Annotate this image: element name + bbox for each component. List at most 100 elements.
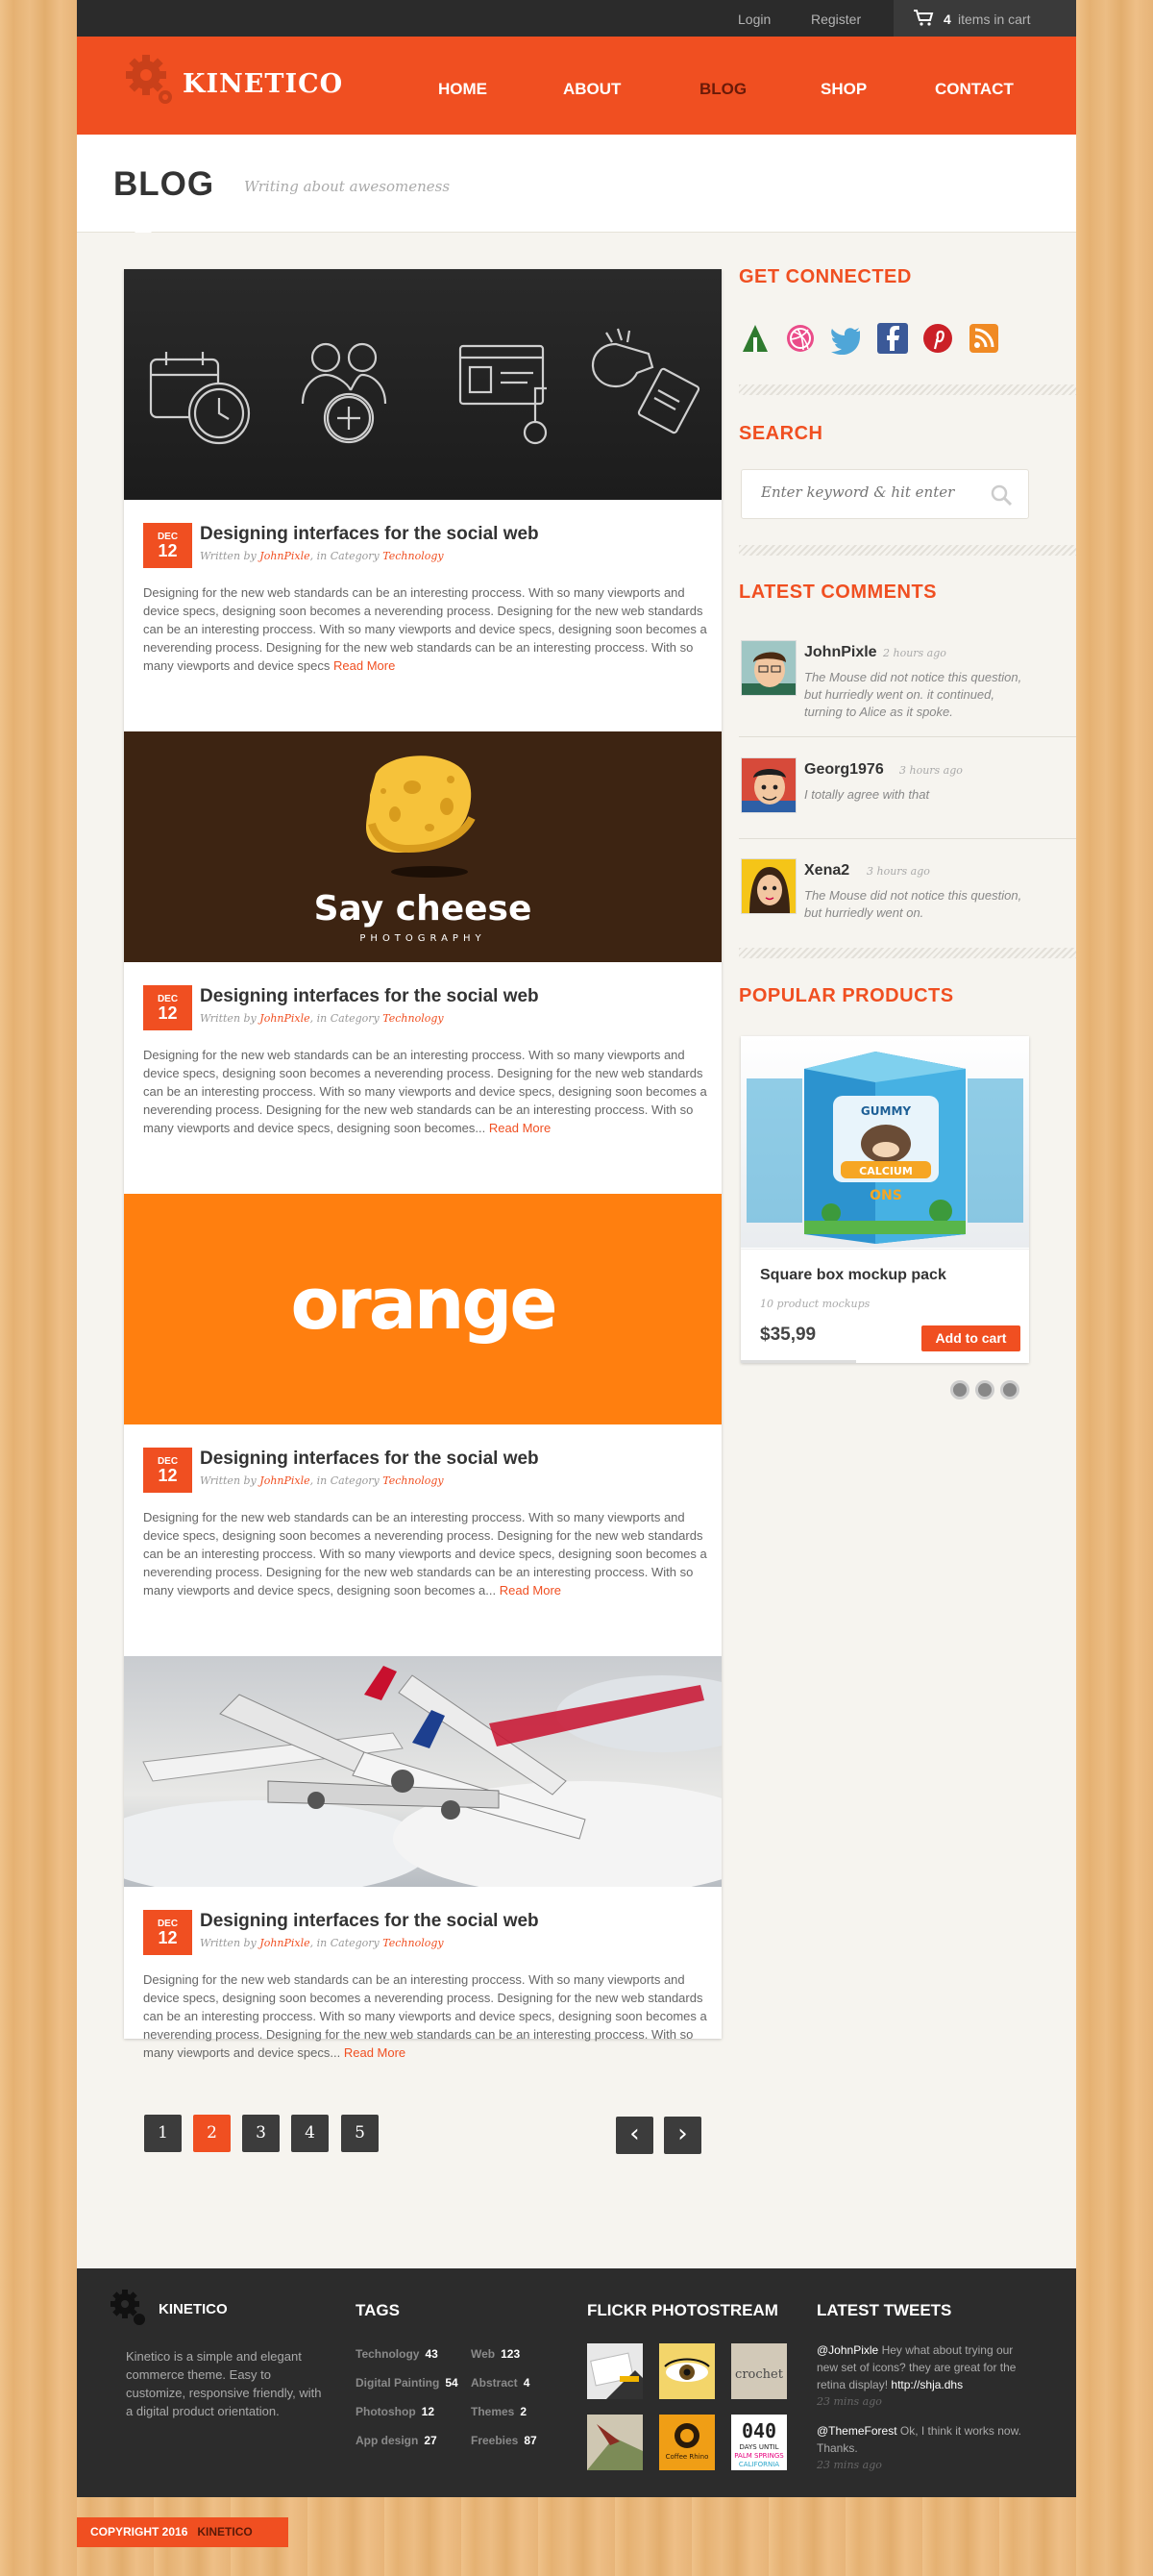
- post-meta: Written by JohnPixle, in Category Techno…: [200, 550, 444, 562]
- post-category-link[interactable]: Technology: [382, 550, 443, 562]
- read-more-link[interactable]: Read More: [344, 2045, 405, 2060]
- read-more-link[interactable]: Read More: [333, 658, 395, 673]
- comment-author[interactable]: Xena2: [804, 862, 849, 879]
- box-brand: GUMMY: [861, 1104, 911, 1118]
- search-input[interactable]: [761, 483, 992, 501]
- register-link[interactable]: Register: [811, 12, 861, 27]
- product-progress: [741, 1360, 856, 1363]
- prev-page-button[interactable]: ‹: [616, 2117, 653, 2154]
- cheese-title: Say cheese: [314, 889, 532, 929]
- tag-link[interactable]: App design 27: [356, 2434, 437, 2447]
- planes-graphic: [124, 1666, 722, 1887]
- post-excerpt: Designing for the new web standards can …: [143, 1048, 707, 1135]
- latest-comments-heading: LATEST COMMENTS: [739, 582, 938, 603]
- tag-link[interactable]: Digital Painting 54: [356, 2376, 458, 2390]
- footer-tags-heading: TAGS: [356, 2301, 400, 2319]
- flickr-thumb[interactable]: [587, 2415, 643, 2470]
- tag-link[interactable]: Abstract 4: [471, 2376, 529, 2390]
- post-author-link[interactable]: JohnPixle: [259, 550, 309, 562]
- search-icon[interactable]: [990, 483, 1013, 507]
- flickr-thumb[interactable]: Coffee Rhino: [659, 2415, 715, 2470]
- flickr-thumb[interactable]: [659, 2343, 715, 2399]
- post-image-orange[interactable]: orange: [124, 1194, 722, 1424]
- cart-button[interactable]: 4 items in cart: [894, 0, 1076, 37]
- twitter-icon[interactable]: [830, 322, 863, 355]
- tag-link[interactable]: Freebies 87: [471, 2434, 537, 2447]
- post-author-link[interactable]: JohnPixle: [259, 1474, 309, 1487]
- post-title[interactable]: Designing interfaces for the social web: [200, 524, 539, 545]
- tweet-link[interactable]: http://shja.dhs: [891, 2378, 963, 2391]
- forrst-icon[interactable]: [739, 322, 772, 355]
- comment-author[interactable]: Georg1976: [804, 761, 884, 779]
- post-image-planes[interactable]: [124, 1656, 722, 1887]
- get-connected-heading: GET CONNECTED: [739, 266, 912, 287]
- post-author-link[interactable]: JohnPixle: [259, 1937, 309, 1949]
- search-box[interactable]: [741, 469, 1029, 519]
- footer-gear-icon: [110, 2290, 145, 2325]
- post-image-icons[interactable]: [124, 269, 722, 500]
- blog-post: DEC 12 Designing interfaces for the socia…: [124, 269, 722, 731]
- tweet-time: 23 mins ago: [817, 2395, 882, 2408]
- post-author-link[interactable]: JohnPixle: [259, 1012, 309, 1025]
- footer-brand[interactable]: KINETICO: [159, 2301, 228, 2317]
- flickr-thumb[interactable]: 040 DAYS UNTIL PALM SPRINGS CALIFORNIA: [731, 2415, 787, 2470]
- search-heading: SEARCH: [739, 423, 823, 444]
- post-title[interactable]: Designing interfaces for the social web: [200, 1911, 539, 1932]
- brand-logo[interactable]: KINETICO: [183, 69, 343, 99]
- nav-home[interactable]: HOME: [438, 80, 487, 99]
- page-4-button[interactable]: 4: [291, 2115, 329, 2152]
- flickr-days-b: PALM SPRINGS: [734, 2452, 784, 2460]
- page-2-button[interactable]: 2: [193, 2115, 231, 2152]
- flickr-thumb[interactable]: [587, 2343, 643, 2399]
- cart-count: 4: [944, 12, 951, 27]
- carousel-dot-1[interactable]: [950, 1380, 969, 1399]
- post-image-say-cheese[interactable]: Say cheese PHOTOGRAPHY: [124, 731, 722, 962]
- blog-post: DEC 12 Designing interfaces for the socia…: [124, 1656, 722, 2118]
- nav-about[interactable]: ABOUT: [563, 80, 621, 99]
- post-title[interactable]: Designing interfaces for the social web: [200, 986, 539, 1007]
- page-3-button[interactable]: 3: [242, 2115, 280, 2152]
- product-image[interactable]: GUMMY CALCIUM ONS: [741, 1036, 1029, 1248]
- tag-link[interactable]: Themes 2: [471, 2405, 527, 2418]
- facebook-icon[interactable]: [876, 322, 909, 355]
- nav-shop[interactable]: SHOP: [821, 80, 867, 99]
- avatar[interactable]: [741, 640, 797, 696]
- flickr-crochet-text: crochet: [735, 2367, 784, 2382]
- page-1-button[interactable]: 1: [144, 2115, 182, 2152]
- carousel-dot-3[interactable]: [1000, 1380, 1019, 1399]
- login-link[interactable]: Login: [738, 12, 771, 27]
- carousel-dot-2[interactable]: [975, 1380, 994, 1399]
- add-to-cart-button[interactable]: Add to cart: [921, 1325, 1020, 1351]
- comment-time: 3 hours ago: [867, 865, 930, 878]
- read-more-link[interactable]: Read More: [489, 1121, 551, 1135]
- rss-icon[interactable]: [968, 322, 1000, 355]
- post-date-badge: DEC 12: [143, 523, 192, 568]
- copyright-brand-link[interactable]: KINETICO: [197, 2525, 252, 2539]
- whistle-icon: [591, 328, 700, 434]
- comment-author[interactable]: JohnPixle: [804, 644, 877, 661]
- product-name[interactable]: Square box mockup pack: [760, 1267, 946, 1284]
- post-category-link[interactable]: Technology: [382, 1937, 443, 1949]
- cheese-sub: PHOTOGRAPHY: [359, 933, 485, 944]
- dribbble-icon[interactable]: [784, 322, 817, 355]
- cart-label: items in cart: [958, 12, 1031, 27]
- tag-link[interactable]: Technology 43: [356, 2347, 438, 2361]
- page-5-button[interactable]: 5: [341, 2115, 379, 2152]
- nav-contact[interactable]: CONTACT: [935, 80, 1014, 99]
- pinterest-icon[interactable]: [921, 322, 954, 355]
- tag-link[interactable]: Web 123: [471, 2347, 520, 2361]
- post-excerpt: Designing for the new web standards can …: [143, 585, 707, 673]
- tag-link[interactable]: Photoshop 12: [356, 2405, 434, 2418]
- tweet-user[interactable]: @JohnPixle: [817, 2343, 878, 2357]
- post-category-link[interactable]: Technology: [382, 1012, 443, 1025]
- nav-blog[interactable]: BLOG: [699, 80, 747, 99]
- post-category-link[interactable]: Technology: [382, 1474, 443, 1487]
- flickr-thumb[interactable]: crochet: [731, 2343, 787, 2399]
- post-title[interactable]: Designing interfaces for the social web: [200, 1449, 539, 1470]
- gear-logo-icon[interactable]: [121, 52, 179, 110]
- avatar[interactable]: [741, 858, 797, 914]
- next-page-button[interactable]: ›: [664, 2117, 701, 2154]
- read-more-link[interactable]: Read More: [500, 1583, 561, 1598]
- avatar[interactable]: [741, 757, 797, 813]
- tweet-user[interactable]: @ThemeForest: [817, 2424, 897, 2438]
